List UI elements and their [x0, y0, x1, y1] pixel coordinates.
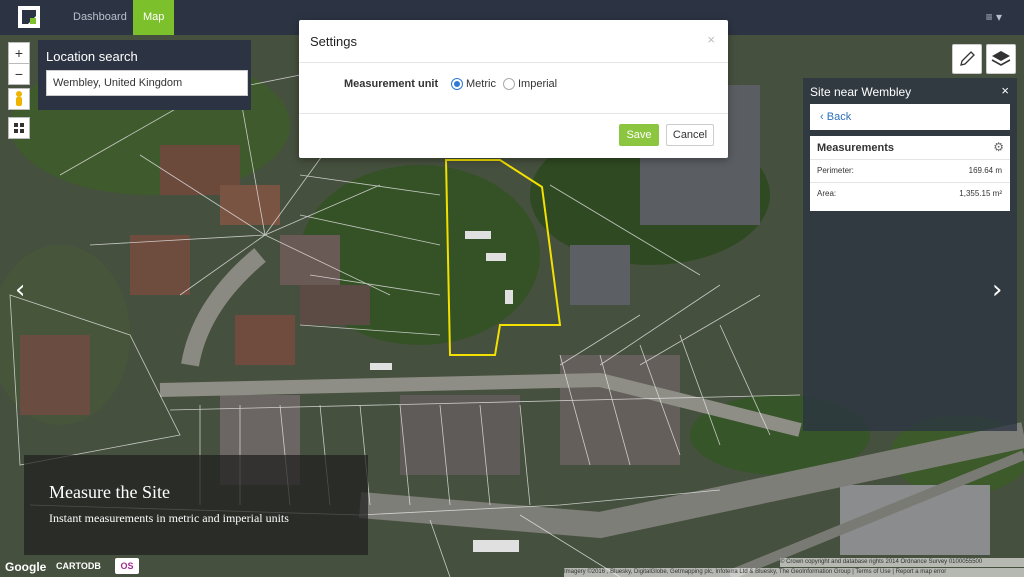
caption-subtitle: Instant measurements in metric and imper… [49, 511, 289, 525]
save-button[interactable]: Save [619, 124, 659, 146]
site-panel: Site near Wembley × ‹ Back Measurements … [803, 78, 1017, 431]
measurement-unit-label: Measurement unit [344, 78, 439, 90]
settings-modal: Settings × Measurement unit Metric Imper… [299, 20, 728, 158]
imperial-radio[interactable] [503, 78, 515, 90]
feature-caption: Measure the Site Instant measurements in… [24, 455, 368, 555]
back-label[interactable]: Back [827, 111, 851, 123]
cartodb-logo: CARTODB [56, 561, 101, 571]
pencil-icon[interactable] [952, 44, 982, 74]
menu-icon[interactable]: ≡ ▾ [986, 10, 1002, 24]
zoom-in-button[interactable]: + [8, 42, 30, 64]
attribution-text: © Crown copyright and database rights 20… [780, 558, 1024, 567]
area-value: 1,355.15 m² [959, 189, 1002, 198]
imperial-label[interactable]: Imperial [518, 78, 557, 90]
perimeter-value: 169.64 m [968, 166, 1002, 175]
measurement-row: Area: 1,355.15 m² [810, 182, 1010, 205]
zoom-out-button[interactable]: − [8, 63, 30, 85]
app-logo-icon[interactable] [18, 6, 40, 28]
os-logo: OS [115, 558, 139, 574]
layers-icon[interactable] [986, 44, 1016, 74]
settings-title: Settings [310, 34, 357, 49]
grid-icon[interactable] [8, 117, 30, 139]
close-icon[interactable]: × [707, 32, 715, 47]
chevron-left-icon[interactable]: ‹ [15, 275, 25, 305]
measurement-row: Perimeter: 169.64 m [810, 159, 1010, 182]
metric-label[interactable]: Metric [466, 78, 496, 90]
close-icon[interactable]: × [1001, 83, 1009, 98]
site-panel-title: Site near Wembley [810, 85, 912, 99]
location-search-title: Location search [46, 49, 138, 64]
location-search-panel: Location search [38, 40, 251, 110]
caption-title: Measure the Site [49, 482, 170, 502]
metric-radio[interactable] [451, 78, 463, 90]
measurements-card: Measurements ⚙ Perimeter: 169.64 m Area:… [810, 136, 1010, 211]
gear-icon[interactable]: ⚙ [993, 140, 1004, 154]
back-link[interactable]: ‹ Back [820, 111, 851, 123]
chevron-right-icon[interactable]: › [992, 275, 1002, 305]
cancel-button[interactable]: Cancel [666, 124, 714, 146]
back-button[interactable]: ‹ Back [810, 104, 1010, 130]
area-label: Area: [817, 189, 837, 198]
google-logo: Google [5, 560, 47, 574]
pegman-icon[interactable] [8, 88, 30, 110]
nav-dashboard[interactable]: Dashboard [63, 0, 137, 35]
measurements-title: Measurements [817, 142, 895, 154]
divider [299, 62, 728, 63]
location-search-input[interactable] [46, 70, 248, 96]
nav-map[interactable]: Map [133, 0, 174, 35]
perimeter-label: Perimeter: [817, 166, 854, 175]
divider [299, 113, 728, 114]
attribution-text[interactable]: Imagery ©2016 , Bluesky, DigitalGlobe, G… [564, 568, 1024, 577]
